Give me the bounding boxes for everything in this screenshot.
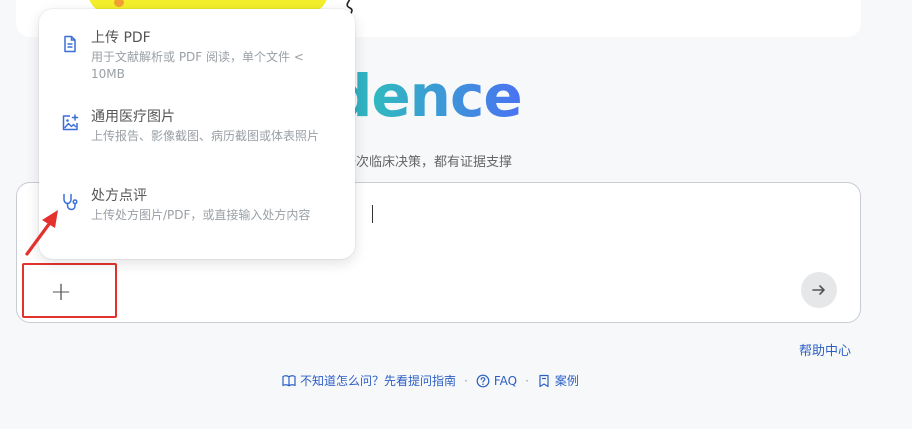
footer-links: 不知道怎么问？先看提问指南 · FAQ · 案例 xyxy=(282,372,579,389)
file-icon xyxy=(64,35,76,53)
bookmark-icon xyxy=(539,374,549,387)
menu-item-description: 上传报告、影像截图、病历截图或体表照片 xyxy=(91,129,320,143)
menu-item-description: 上传处方图片/PDF，或直接输入处方内容 xyxy=(91,208,311,222)
guide-link[interactable]: 不知道怎么问？先看提问指南 xyxy=(282,372,456,389)
menu-item-description: 用于文献解析或 PDF 阅读，单个文件 < 10MB xyxy=(91,50,304,81)
annotation-arrow xyxy=(25,210,58,256)
faq-link-label: FAQ xyxy=(493,373,518,388)
arrow-right-icon xyxy=(812,285,825,295)
menu-item-title: 通用医疗图片 xyxy=(91,109,175,125)
menu-item-title: 上传 PDF xyxy=(91,30,151,46)
menu-item-upload-pdf[interactable]: 上传 PDF 用于文献解析或 PDF 阅读，单个文件 < 10MB xyxy=(39,29,355,83)
cases-link-label: 案例 xyxy=(554,374,579,388)
book-icon xyxy=(282,374,296,386)
page: pEvidence 每一次临床决策，都有证据支撑 ？ + 帮助中心 不知道怎么问… xyxy=(0,0,912,429)
banner-glow xyxy=(396,0,826,2)
menu-item-medical-image[interactable]: 通用医疗图片 上传报告、影像截图、病历截图或体表照片 xyxy=(39,108,355,145)
help-center-link[interactable]: 帮助中心 xyxy=(799,340,851,359)
guide-link-label: 不知道怎么问？先看提问指南 xyxy=(300,374,457,388)
footer-separator: · xyxy=(525,373,529,388)
send-button[interactable] xyxy=(801,272,837,308)
footer-separator: · xyxy=(464,373,468,388)
cases-link[interactable]: 案例 xyxy=(537,372,579,389)
faq-link[interactable]: FAQ xyxy=(476,374,517,388)
text-caret xyxy=(372,205,373,223)
image-add-icon xyxy=(62,114,79,131)
question-circle-icon xyxy=(476,374,490,387)
menu-item-prescription-review[interactable]: 处方点评 上传处方图片/PDF，或直接输入处方内容 xyxy=(39,187,355,224)
tagline: 每一次临床决策，都有证据支撑 xyxy=(330,155,513,170)
attach-menu: 上传 PDF 用于文献解析或 PDF 阅读，单个文件 < 10MB 通用医疗图片… xyxy=(39,9,355,259)
attach-plus-button[interactable]: + xyxy=(44,275,78,309)
menu-item-title: 处方点评 xyxy=(91,188,147,204)
